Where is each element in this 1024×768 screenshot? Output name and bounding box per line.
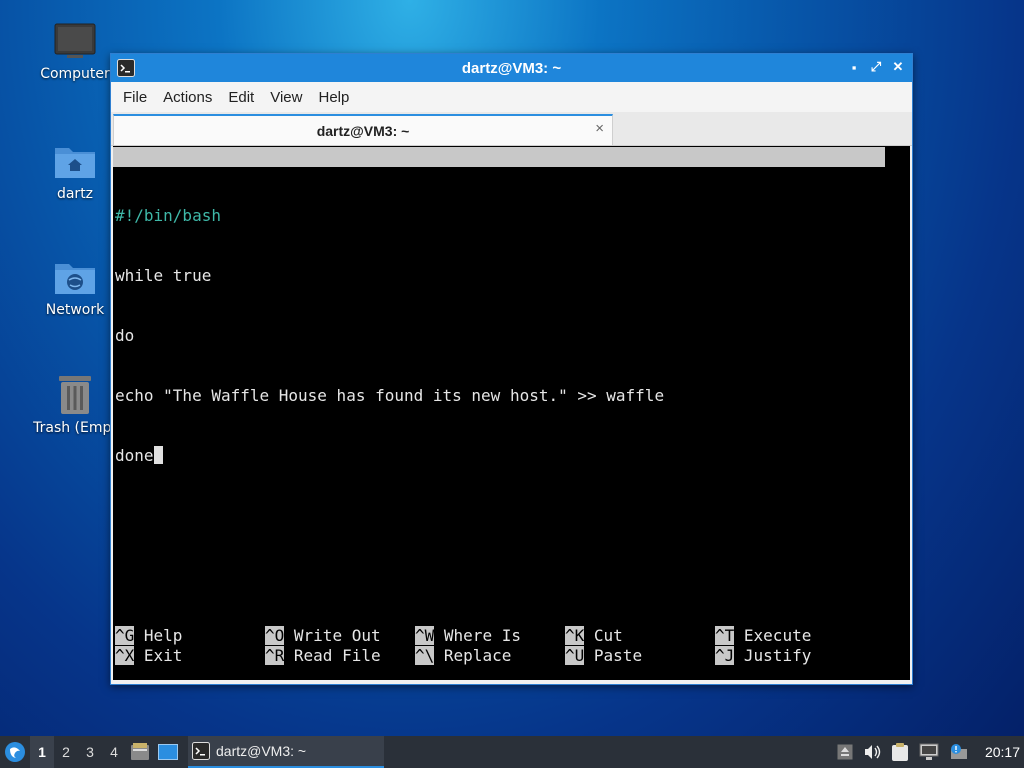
close-button[interactable]: ✕	[890, 58, 906, 76]
shortcut-key: ^W	[415, 626, 435, 645]
tab-bar: dartz@VM3: ~ ×	[111, 112, 912, 146]
home-folder-icon	[55, 148, 95, 178]
shortcut-key: ^O	[265, 626, 285, 645]
menu-actions[interactable]: Actions	[155, 89, 220, 106]
shortcut-cut[interactable]: ^K Cut	[565, 626, 623, 646]
eject-icon[interactable]	[837, 744, 853, 760]
terminal-area[interactable]: GNU nano 6.2 New Buffer * #!/bin/bash wh…	[113, 146, 910, 680]
shortcut-label: Replace	[443, 646, 512, 665]
menu-file[interactable]: File	[115, 89, 155, 106]
shortcut-label: Exit	[143, 646, 183, 665]
shortcut-execute[interactable]: ^T Execute	[715, 626, 811, 646]
show-desktop-icon	[158, 744, 178, 760]
window-titlebar[interactable]: dartz@VM3: ~ ▪ ⤢ ✕	[111, 54, 912, 82]
shortcut-label: Read File	[293, 646, 381, 665]
taskbar: 1 2 3 4 dartz@VM3: ~ 20:17	[0, 736, 1024, 768]
shortcut-label: Paste	[593, 646, 643, 665]
nano-header: GNU nano 6.2 New Buffer *	[113, 147, 885, 206]
code-line-last: done	[115, 446, 664, 466]
tab-title: dartz@VM3: ~	[316, 122, 410, 139]
shortcut-where-is[interactable]: ^W Where Is	[415, 626, 521, 646]
code-line: while true	[115, 266, 212, 285]
tab-terminal[interactable]: dartz@VM3: ~ ×	[113, 114, 613, 145]
shortcut-write-out[interactable]: ^O Write Out	[265, 626, 381, 646]
shortcut-label: Cut	[593, 626, 623, 645]
text-cursor	[153, 446, 163, 464]
file-manager-icon	[131, 743, 149, 760]
taskbar-task-terminal[interactable]: dartz@VM3: ~	[188, 736, 384, 768]
shortcut-label: Help	[143, 626, 183, 645]
network-status-icon[interactable]	[919, 743, 939, 761]
menubar: File Actions Edit View Help	[111, 82, 912, 112]
system-tray: 20:17	[837, 736, 1024, 768]
window-title: dartz@VM3: ~	[461, 59, 562, 77]
shortcut-label: Execute	[743, 626, 812, 645]
shortcut-key: ^X	[115, 646, 135, 665]
shortcut-label: Where Is	[443, 626, 521, 645]
lxqt-logo-icon	[5, 742, 25, 762]
update-notifier-icon[interactable]	[949, 743, 969, 761]
minimize-button[interactable]: ▪	[846, 58, 862, 76]
shortcut-replace[interactable]: ^\ Replace	[415, 646, 511, 666]
desktop-icon-label: dartz	[56, 186, 94, 202]
clipboard-icon[interactable]	[891, 742, 909, 762]
shortcut-justify[interactable]: ^J Justify	[715, 646, 811, 666]
shortcut-paste[interactable]: ^U Paste	[565, 646, 642, 666]
terminal-window: dartz@VM3: ~ ▪ ⤢ ✕ File Actions Edit Vie…	[110, 53, 913, 685]
file-manager-launcher[interactable]	[126, 736, 154, 768]
desktop-icon-label: Network	[45, 302, 105, 318]
menu-view[interactable]: View	[262, 89, 310, 106]
shortcut-key: ^G	[115, 626, 135, 645]
code-line: do	[115, 326, 135, 345]
trash-icon	[59, 376, 91, 414]
shortcut-label: Justify	[743, 646, 812, 665]
shortcut-key: ^T	[715, 626, 735, 645]
editor-content[interactable]: #!/bin/bash while true do echo "The Waff…	[115, 166, 664, 506]
shortcut-key: ^\	[415, 646, 435, 665]
shortcut-key: ^U	[565, 646, 585, 665]
code-line: #!/bin/bash	[115, 206, 221, 225]
shortcut-label: Write Out	[293, 626, 381, 645]
terminal-icon	[192, 742, 210, 760]
code-line: echo "The Waffle House has found its new…	[115, 386, 665, 405]
menu-help[interactable]: Help	[310, 89, 357, 106]
shortcut-exit[interactable]: ^X Exit	[115, 646, 182, 666]
desktop-icon-label: Trash (Empt	[33, 420, 117, 436]
show-desktop-button[interactable]	[154, 736, 182, 768]
network-folder-icon	[55, 264, 95, 294]
workspace-3[interactable]: 3	[78, 736, 102, 768]
workspace-2[interactable]: 2	[54, 736, 78, 768]
volume-icon[interactable]	[863, 744, 881, 760]
maximize-button[interactable]: ⤢	[868, 58, 884, 76]
computer-icon	[54, 23, 96, 58]
clock[interactable]: 20:17	[985, 744, 1020, 760]
start-menu-button[interactable]	[0, 736, 30, 768]
shortcut-read-file[interactable]: ^R Read File	[265, 646, 381, 666]
terminal-icon	[117, 59, 135, 77]
tab-close-icon[interactable]: ×	[595, 120, 604, 137]
workspace-1[interactable]: 1	[30, 736, 54, 768]
code-line-text: done	[115, 446, 154, 465]
task-title: dartz@VM3: ~	[216, 743, 307, 759]
menu-edit[interactable]: Edit	[220, 89, 262, 106]
desktop-icon-label: Computer	[40, 66, 110, 82]
shortcut-help[interactable]: ^G Help	[115, 626, 182, 646]
workspace-4[interactable]: 4	[102, 736, 126, 768]
shortcut-key: ^R	[265, 646, 285, 665]
shortcut-key: ^K	[565, 626, 585, 645]
shortcut-key: ^J	[715, 646, 735, 665]
